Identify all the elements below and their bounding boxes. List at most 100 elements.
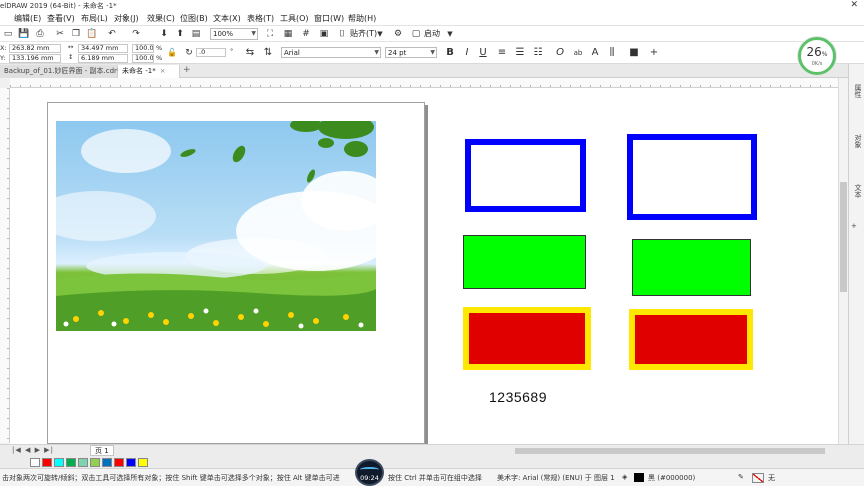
print-icon[interactable]: ⎙ [34,28,46,40]
vertical-scrollbar-thumb[interactable] [840,182,847,292]
docker-tab-objects[interactable]: 对象 [851,134,863,148]
horizontal-ruler[interactable] [10,78,838,88]
menu-layout[interactable]: 布局(L) [81,13,108,24]
font-family-select[interactable]: Arial ▼ [281,47,381,58]
swatch-red[interactable] [42,458,52,467]
fill-bucket-icon[interactable]: ■ [628,46,640,60]
swatch-red-2[interactable] [114,458,124,467]
underline-button[interactable]: U [477,46,489,60]
bullets-icon[interactable]: ☰ [514,46,526,60]
swatch-blue[interactable] [102,458,112,467]
lock-ratio-icon[interactable]: 🔓 [166,46,178,60]
undo-icon[interactable]: ↶ [106,28,118,40]
landscape-image[interactable] [56,121,376,331]
red-yellow-rectangle-left[interactable] [463,307,591,370]
swatch-green[interactable] [66,458,76,467]
add-icon[interactable]: + [648,46,660,60]
standard-toolbar: ▭ 💾 ⎙ ✂ ❐ 📋 ↶ ↷ ⬇ ⬆ ▤ 100% ▼ ⛶ ▦ # ▣ ⌷ 贴… [0,26,864,42]
blue-outline-rectangle-left[interactable] [465,139,586,212]
swatch-pure-blue[interactable] [126,458,136,467]
swatch-white[interactable] [30,458,40,467]
width-field[interactable]: 34.497 mm [78,44,128,53]
menu-edit[interactable]: 编辑(E) [14,13,41,24]
pdf-icon[interactable]: ▤ [190,28,202,40]
swatch-cyan[interactable] [54,458,64,467]
align-icon[interactable]: ≡ [496,46,508,60]
cut-icon[interactable]: ✂ [54,28,66,40]
height-field[interactable]: 6.189 mm [78,54,128,63]
bold-button[interactable]: B [444,46,456,60]
rotation-angle-field[interactable]: .0 [196,48,226,57]
horizontal-text-icon[interactable]: A [589,46,601,60]
italic-button[interactable]: I [461,46,473,60]
vertical-ruler[interactable] [0,88,10,443]
green-rectangle-left[interactable] [463,235,586,289]
status-fill: 黑 (#000000) [648,474,696,482]
docker-tab-properties[interactable]: 属性 [851,84,863,98]
vertical-scrollbar[interactable] [838,78,848,444]
swatch-lime[interactable] [90,458,100,467]
artistic-text-object[interactable]: 1235689 [489,389,547,405]
guidelines-icon[interactable]: ▣ [318,28,330,40]
page-tab-1[interactable]: 页 1 [90,445,114,456]
import-icon[interactable]: ⬇ [158,28,170,40]
wave-icon [360,467,379,472]
menu-bar: 编辑(E) 查看(V) 布局(L) 对象(J) 效果(C) 位图(B) 文本(X… [0,12,864,26]
red-yellow-rectangle-right[interactable] [629,309,753,370]
menu-table[interactable]: 表格(T) [247,13,274,24]
grid-icon[interactable]: # [300,28,312,40]
menu-bitmaps[interactable]: 位图(B) [180,13,208,24]
document-tab-bar: Backup_of_01.妙匠界面 - 副本.cdr* 未命名 -1* × + [0,64,864,78]
menu-help[interactable]: 帮助(H) [348,13,376,24]
menu-text[interactable]: 文本(X) [213,13,241,24]
paste-icon[interactable]: 📋 [86,28,98,40]
swatch-yellow[interactable] [138,458,148,467]
menu-effects[interactable]: 效果(C) [147,13,175,24]
full-screen-icon[interactable]: ⛶ [264,28,276,40]
mirror-horizontal-icon[interactable]: ⇆ [244,46,256,60]
list-icon[interactable]: ☷ [532,46,544,60]
menu-window[interactable]: 窗口(W) [314,13,344,24]
snap-chevron-icon[interactable]: ▼ [374,28,386,40]
horizontal-scrollbar-thumb[interactable] [515,448,825,454]
chevron-down-icon: ▼ [374,49,379,56]
copy-icon[interactable]: ❐ [70,28,82,40]
open-icon[interactable]: ▭ [2,28,14,40]
options-gear-icon[interactable]: ⚙ [392,28,404,40]
vertical-text-icon[interactable]: ⫼ [606,46,618,60]
tab-untitled-document[interactable]: 未命名 -1* × [118,65,180,78]
scale-x-field[interactable]: 100.0 [132,44,154,53]
export-icon[interactable]: ⬆ [174,28,186,40]
zoom-level-select[interactable]: 100% ▼ [210,28,258,40]
font-size-select[interactable]: 24 pt ▼ [385,47,437,58]
mirror-vertical-icon[interactable]: ⇅ [262,46,274,60]
text-properties-icon[interactable]: O [554,46,566,60]
position-x-field[interactable]: 263.82 mm [9,44,61,53]
docker-tab-text[interactable]: 文本 [851,184,863,198]
status-outline: 无 [768,474,775,482]
drawing-canvas[interactable]: 1235689 [10,88,838,447]
menu-tools[interactable]: 工具(O) [280,13,309,24]
position-y-field[interactable]: 133.196 mm [9,54,61,63]
menu-object[interactable]: 对象(J) [114,13,139,24]
docker-add-icon[interactable]: + [851,222,863,230]
redo-icon[interactable]: ↷ [130,28,142,40]
status-hint-ctrl: 按住 Ctrl 并单击可在组中选择 [388,474,482,482]
close-icon[interactable]: × [160,67,166,75]
fill-bucket-icon: ◈ [622,473,628,481]
window-close-button[interactable]: ✕ [850,0,858,10]
blue-outline-rectangle-right[interactable] [627,134,757,220]
launch-menu[interactable]: 启动 [424,28,440,39]
save-icon[interactable]: 💾 [18,28,30,40]
green-rectangle-right[interactable] [632,239,751,296]
new-tab-plus-icon[interactable]: + [183,65,191,75]
tab-backup-document[interactable]: Backup_of_01.妙匠界面 - 副本.cdr* [0,65,120,78]
menu-view[interactable]: 查看(V) [47,13,75,24]
swatch-mint[interactable] [78,458,88,467]
edit-text-icon[interactable]: ab [572,46,584,60]
scale-y-field[interactable]: 100.0 [132,54,154,63]
rulers-icon[interactable]: ▦ [282,28,294,40]
launch-chevron-icon[interactable]: ▼ [444,28,456,40]
recording-timer-badge: 09:24 [355,459,384,486]
page-nav-controls[interactable]: |◀ ◀ ▶ ▶| [12,446,54,454]
